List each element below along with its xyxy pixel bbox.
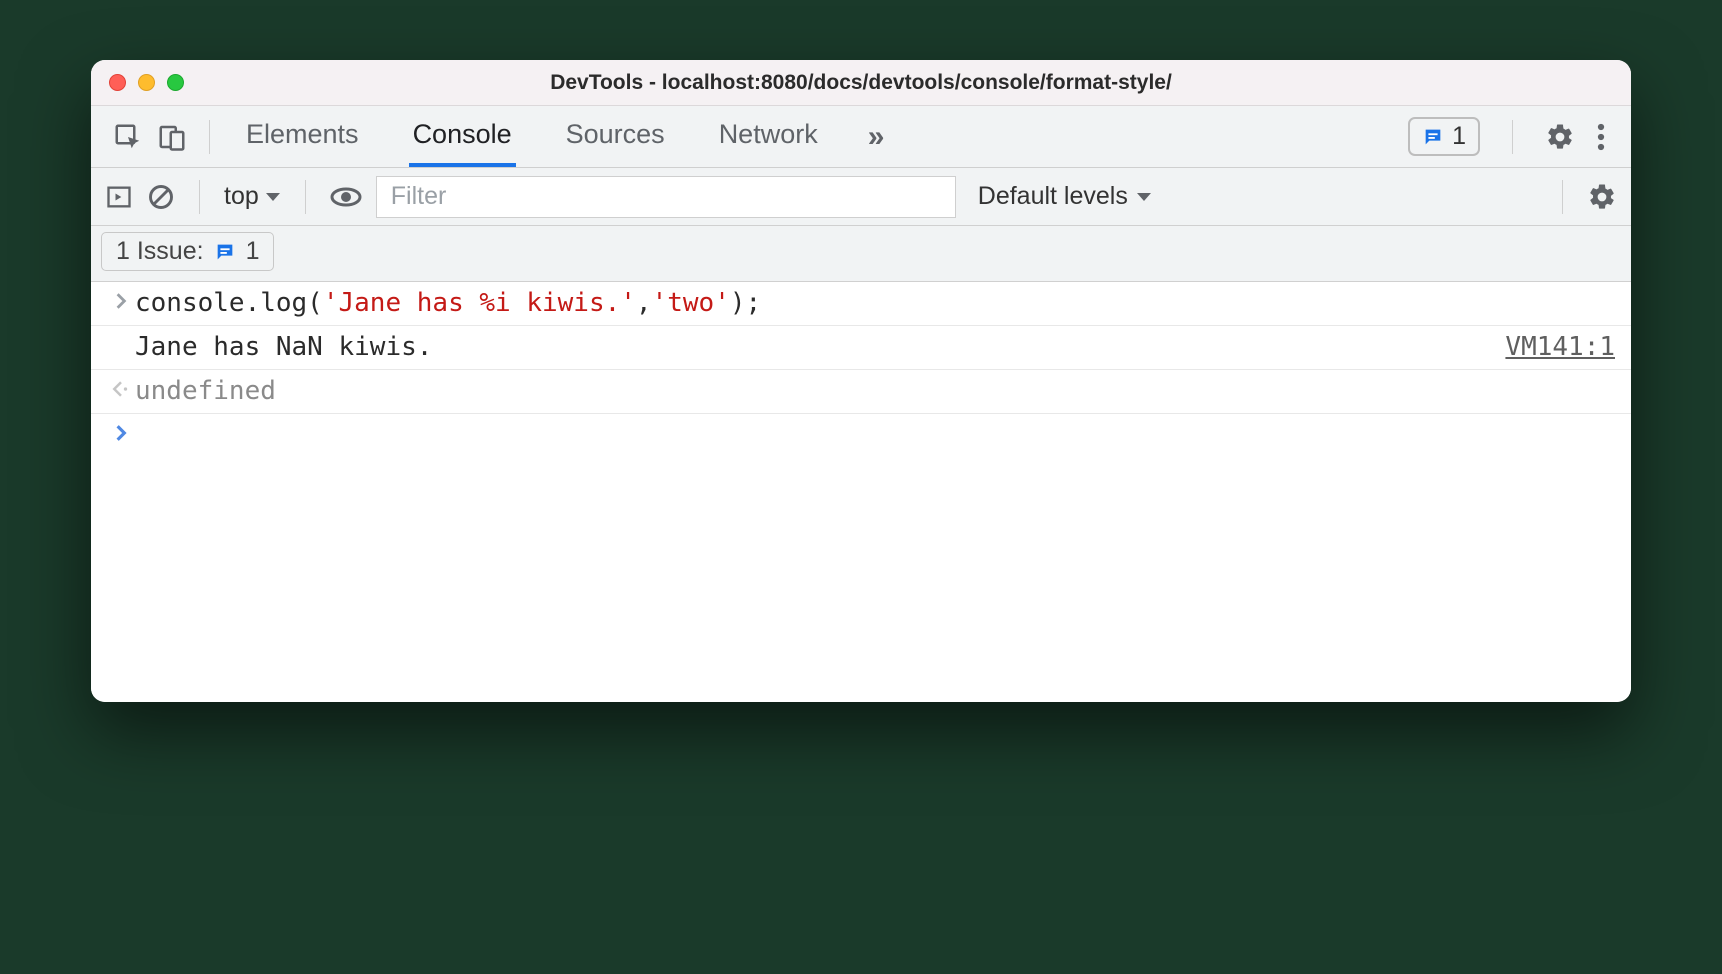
chevron-down-icon xyxy=(265,191,281,203)
device-toolbar-icon[interactable] xyxy=(157,122,187,152)
issues-chip-label: 1 Issue: xyxy=(116,237,204,266)
console-input-code: console.log('Jane has %i kiwis.', 'two')… xyxy=(135,288,1615,318)
issues-badge-count: 1 xyxy=(1452,122,1466,151)
context-label: top xyxy=(224,182,259,211)
source-link[interactable]: VM141:1 xyxy=(1505,332,1615,362)
clear-console-icon[interactable] xyxy=(147,183,175,211)
toggle-sidebar-icon[interactable] xyxy=(105,183,133,211)
issues-badge[interactable]: 1 xyxy=(1408,117,1480,156)
issues-chip-count: 1 xyxy=(246,237,260,266)
more-options-icon[interactable] xyxy=(1597,122,1605,152)
message-icon xyxy=(214,241,236,263)
tab-network[interactable]: Network xyxy=(715,106,822,167)
divider xyxy=(305,180,306,214)
console-settings-icon[interactable] xyxy=(1587,182,1617,212)
tab-console[interactable]: Console xyxy=(409,106,516,167)
divider xyxy=(209,120,210,154)
issues-chip[interactable]: 1 Issue: 1 xyxy=(101,232,274,271)
titlebar: DevTools - localhost:8080/docs/devtools/… xyxy=(91,60,1631,106)
inspect-element-icon[interactable] xyxy=(113,122,143,152)
tab-elements[interactable]: Elements xyxy=(242,106,363,167)
console-output: console.log('Jane has %i kiwis.', 'two')… xyxy=(91,282,1631,702)
maximize-window-button[interactable] xyxy=(167,74,184,91)
divider xyxy=(1512,120,1513,154)
tab-sources[interactable]: Sources xyxy=(562,106,669,167)
return-value: undefined xyxy=(135,376,276,406)
window-title: DevTools - localhost:8080/docs/devtools/… xyxy=(91,71,1631,95)
context-selector[interactable]: top xyxy=(224,182,281,211)
console-log-row: Jane has NaN kiwis. VM141:1 xyxy=(91,326,1631,370)
code-string: 'two' xyxy=(652,288,730,318)
code-sep: , xyxy=(636,288,652,318)
filter-input[interactable] xyxy=(376,176,956,218)
console-prompt-row[interactable] xyxy=(91,414,1631,449)
return-arrow-icon xyxy=(112,380,130,398)
levels-label: Default levels xyxy=(978,182,1128,211)
console-return-row: undefined xyxy=(91,370,1631,414)
divider xyxy=(199,180,200,214)
message-icon xyxy=(1422,126,1444,148)
prompt-chevron-icon xyxy=(114,424,128,442)
minimize-window-button[interactable] xyxy=(138,74,155,91)
issues-bar: 1 Issue: 1 xyxy=(91,226,1631,282)
log-levels-selector[interactable]: Default levels xyxy=(978,182,1152,211)
console-toolbar: top Default levels xyxy=(91,168,1631,226)
settings-icon[interactable] xyxy=(1545,122,1575,152)
code-suffix: ); xyxy=(730,288,761,318)
divider xyxy=(1562,180,1563,214)
code-method: console.log( xyxy=(135,288,323,318)
panel-tabbar: Elements Console Sources Network » 1 xyxy=(91,106,1631,168)
chevron-down-icon xyxy=(1136,191,1152,203)
devtools-window: DevTools - localhost:8080/docs/devtools/… xyxy=(91,60,1631,702)
code-string: 'Jane has %i kiwis.' xyxy=(323,288,636,318)
close-window-button[interactable] xyxy=(109,74,126,91)
traffic-lights xyxy=(109,74,184,91)
log-message: Jane has NaN kiwis. xyxy=(135,332,432,362)
live-expression-icon[interactable] xyxy=(330,186,362,208)
input-chevron-icon xyxy=(114,292,128,310)
console-input-row: console.log('Jane has %i kiwis.', 'two')… xyxy=(91,282,1631,326)
more-tabs-icon[interactable]: » xyxy=(868,120,885,154)
